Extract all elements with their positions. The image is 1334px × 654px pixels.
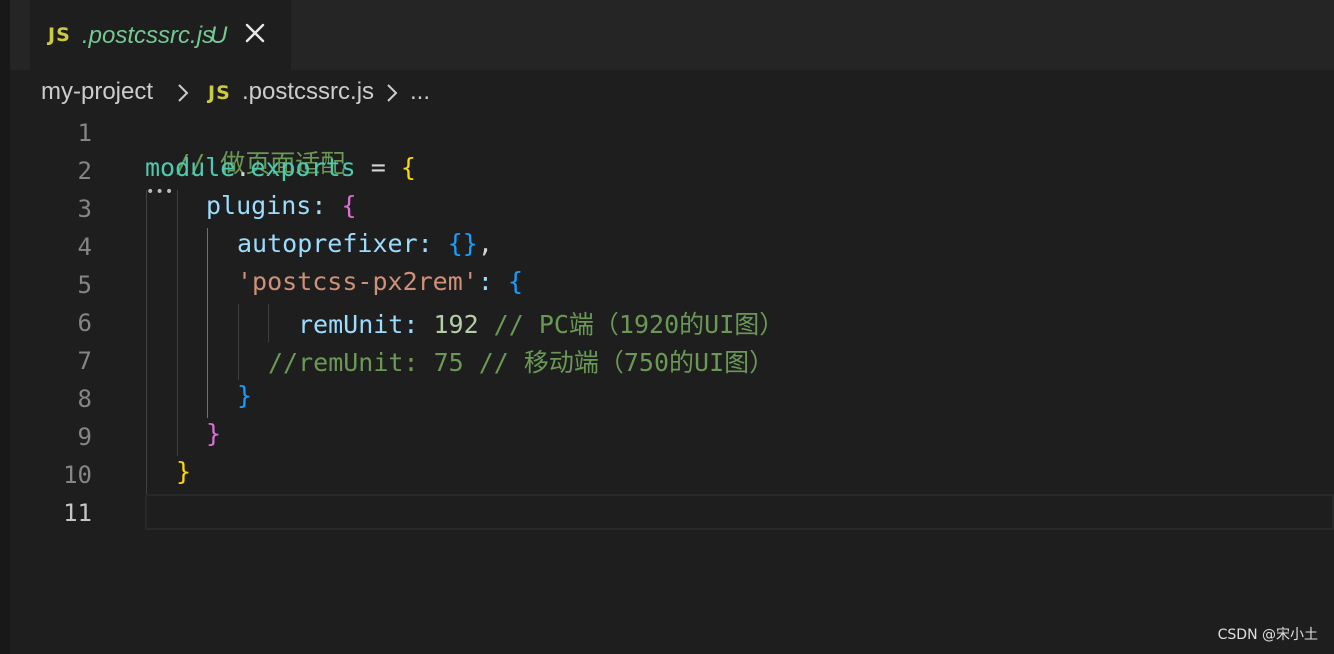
tab-filename: .postcssrc.js bbox=[82, 22, 215, 49]
identifier: module bbox=[145, 153, 236, 182]
punctuation: : bbox=[477, 267, 508, 296]
punctuation: : bbox=[403, 310, 434, 339]
indent-guide bbox=[238, 304, 239, 380]
js-file-icon: JS bbox=[48, 24, 71, 46]
current-line-highlight bbox=[145, 494, 1334, 530]
identifier: exports bbox=[250, 153, 356, 182]
bracket: { bbox=[400, 153, 416, 182]
problem-hint-dots[interactable]: ••• bbox=[146, 184, 174, 200]
property: autoprefixer bbox=[237, 229, 418, 258]
line-number: 6 bbox=[77, 309, 92, 337]
line-number-active: 11 bbox=[63, 499, 92, 527]
indent-guide bbox=[146, 190, 147, 494]
indent-guide-active bbox=[207, 228, 208, 418]
property: plugins bbox=[206, 191, 312, 220]
tab-postcssrc[interactable]: JS .postcssrc.js U bbox=[30, 0, 291, 70]
close-icon[interactable] bbox=[242, 20, 268, 46]
line-number: 4 bbox=[77, 233, 92, 261]
code-line-3[interactable]: plugins: { bbox=[206, 191, 357, 220]
line-number: 8 bbox=[77, 385, 92, 413]
line-number: 2 bbox=[77, 157, 92, 185]
code-line-8[interactable]: } bbox=[237, 381, 252, 410]
punctuation: . bbox=[235, 153, 251, 182]
comment: //remUnit: 75 // 移动端（750的UI图） bbox=[268, 348, 775, 377]
line-number: 9 bbox=[77, 423, 92, 451]
untracked-badge: U bbox=[210, 22, 228, 49]
property: remUnit bbox=[298, 310, 404, 339]
punctuation: : bbox=[417, 229, 448, 258]
code-line-9[interactable]: } bbox=[206, 419, 221, 448]
line-number: 5 bbox=[77, 271, 92, 299]
bracket: {} bbox=[447, 229, 478, 258]
breadcrumb-more[interactable]: ... bbox=[410, 78, 430, 106]
editor-left-edge bbox=[0, 116, 10, 654]
line-number: 10 bbox=[63, 461, 92, 489]
code-line-2[interactable]: module.exports = { bbox=[145, 153, 416, 182]
code-line-7[interactable]: //remUnit: 75 // 移动端（750的UI图） bbox=[268, 343, 774, 379]
line-number: 7 bbox=[77, 347, 92, 375]
tab-bar: JS .postcssrc.js U bbox=[10, 0, 1334, 70]
breadcrumb-folder[interactable]: my-project bbox=[41, 78, 153, 106]
breadcrumb-file[interactable]: .postcssrc.js bbox=[242, 78, 374, 106]
chevron-right-icon bbox=[387, 84, 398, 102]
bracket: } bbox=[176, 457, 192, 486]
bracket: } bbox=[237, 381, 253, 410]
line-number: 1 bbox=[77, 119, 92, 147]
indent-guide bbox=[268, 304, 269, 342]
bracket: { bbox=[341, 191, 357, 220]
indent-guide bbox=[177, 190, 178, 456]
breadcrumb: my-project JS .postcssrc.js ... bbox=[10, 70, 1334, 116]
code-line-4[interactable]: autoprefixer: {}, bbox=[237, 229, 493, 258]
code-line-5[interactable]: 'postcss-px2rem': { bbox=[237, 267, 523, 296]
punctuation: , bbox=[477, 229, 493, 258]
code-line-10[interactable]: } bbox=[176, 457, 191, 486]
bracket: } bbox=[206, 419, 222, 448]
line-number: 3 bbox=[77, 195, 92, 223]
chevron-right-icon bbox=[178, 84, 189, 102]
punctuation: : bbox=[311, 191, 342, 220]
watermark: CSDN @宋小土 bbox=[1217, 627, 1318, 643]
js-file-icon: JS bbox=[208, 82, 231, 104]
operator: = bbox=[355, 153, 401, 182]
number: 192 bbox=[433, 310, 479, 339]
comment: // PC端（1920的UI图） bbox=[478, 310, 785, 339]
bracket: { bbox=[507, 267, 523, 296]
string: 'postcss-px2rem' bbox=[237, 267, 478, 296]
code-line-6[interactable]: remUnit: 192 // PC端（1920的UI图） bbox=[298, 305, 784, 341]
